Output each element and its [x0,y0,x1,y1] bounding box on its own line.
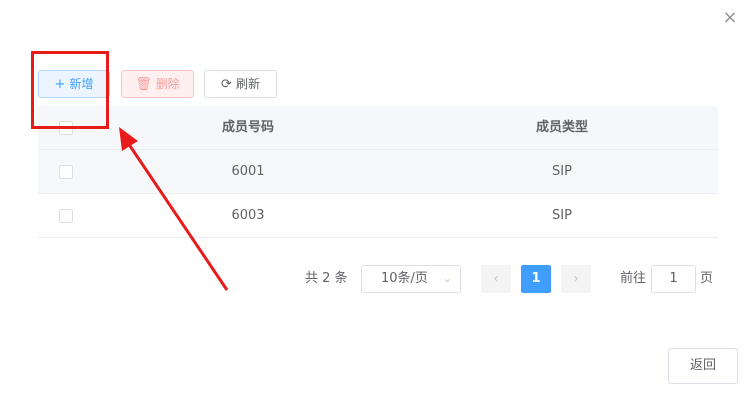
delete-button[interactable]: 🗑 删除 [121,70,194,98]
delete-button-label: 删除 [155,77,180,91]
chevron-down-icon: ⌄ [442,272,452,285]
member-type: SIP [552,208,572,223]
member-number: 6003 [231,208,265,223]
refresh-button[interactable]: ⟳ 刷新 [204,70,277,98]
column-header-type: 成员类型 [535,120,588,135]
row-checkbox[interactable] [59,165,73,179]
goto-page-input[interactable]: 1 [651,265,696,293]
table-header: 成员号码 成员类型 [38,106,718,150]
prev-page-button[interactable]: ‹ [481,265,511,293]
back-button[interactable]: 返回 [668,348,738,384]
page-size-select[interactable]: 10条/页 ⌄ [361,265,461,293]
trash-icon: 🗑 [135,77,152,92]
member-type: SIP [552,164,572,179]
goto-suffix: 页 [700,271,714,286]
annotation-highlight-box [31,51,109,129]
next-page-button[interactable]: › [561,265,591,293]
refresh-button-label: 刷新 [235,77,260,91]
goto-label: 前往 [620,271,647,286]
table-row[interactable]: 6001 SIP [38,150,718,194]
page-number-1[interactable]: 1 [521,265,551,293]
member-number: 6001 [231,164,265,179]
table-row[interactable]: 6003 SIP [38,194,718,238]
refresh-icon: ⟳ [221,77,232,92]
row-checkbox[interactable] [59,209,73,223]
page-size-value: 10条/页 [381,271,428,286]
close-icon[interactable]: × [720,8,740,28]
members-table: 成员号码 成员类型 6001 SIP 6003 SIP [38,106,718,238]
column-header-number: 成员号码 [221,120,274,135]
pagination-total: 共 2 条 [305,271,348,286]
